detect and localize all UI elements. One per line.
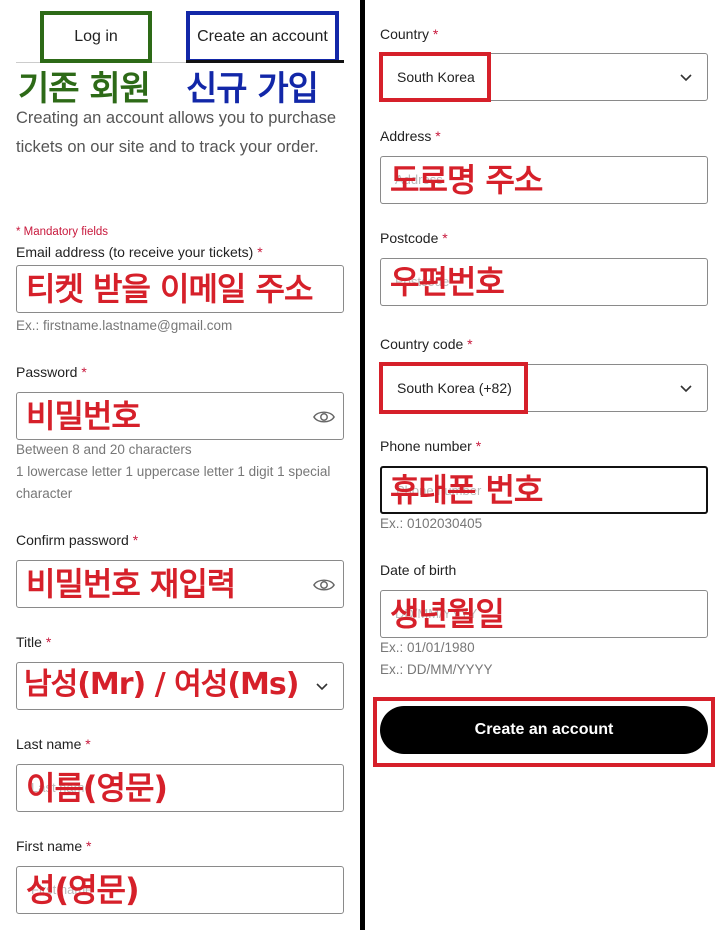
dob-annotation: 생년월일 [390,595,505,633]
password-annotation: 비밀번호 [26,397,141,435]
chevron-down-icon [316,683,328,691]
password-hint-rules: 1 lowercase letter 1 uppercase letter 1 … [16,464,331,501]
phone-label: Phone number * [380,438,482,454]
active-tab-indicator [186,60,344,63]
chevron-down-icon [680,385,692,393]
country-label: Country * [380,26,439,42]
column-divider [360,0,365,930]
dob-hint-example: Ex.: 01/01/1980 [380,640,475,655]
phone-hint: Ex.: 0102030405 [380,516,483,531]
country-code-label: Country code * [380,336,473,352]
email-label: Email address (to receive your tickets) … [16,244,263,260]
create-account-button[interactable]: Create an account [380,706,708,754]
password-label: Password * [16,364,87,380]
eye-icon[interactable] [313,406,335,428]
chevron-down-icon [680,74,692,82]
tab-login[interactable]: Log in [40,11,152,63]
tab-login-label: Log in [74,28,118,45]
postcode-label: Postcode * [380,230,448,246]
country-code-highlight [379,362,528,414]
dob-label: Date of birth [380,562,457,578]
tab-create-account[interactable]: Create an account [186,11,339,63]
eye-icon[interactable] [313,574,335,596]
intro-text: Creating an account allows you to purcha… [16,109,337,156]
last-name-label: Last name * [16,736,91,752]
title-label: Title * [16,634,52,650]
mandatory-note: * Mandatory fields [16,226,109,238]
title-annotation: 남성(Mr) / 여성(Ms) [24,667,299,702]
first-name-annotation: 성(영문) [26,871,140,909]
dob-hint-format: Ex.: DD/MM/YYYY [380,662,493,677]
first-name-label: First name * [16,838,92,854]
postcode-annotation: 우편번호 [390,263,505,301]
address-annotation: 도로명 주소 [390,161,543,199]
last-name-annotation: 이름(영문) [26,769,168,807]
left-column: Log in Create an account 기존 회원 신규 가입 Cre… [0,0,360,930]
password-hint-length: Between 8 and 20 characters [16,442,192,457]
email-annotation: 티켓 받을 이메일 주소 [26,270,313,308]
login-annotation: 기존 회원 [18,69,151,109]
phone-annotation: 휴대폰 번호 [390,471,543,509]
confirm-password-annotation: 비밀번호 재입력 [26,565,236,603]
email-hint: Ex.: firstname.lastname@gmail.com [16,318,233,333]
tab-create-label: Create an account [197,28,328,45]
create-annotation: 신규 가입 [186,69,319,109]
country-highlight [379,52,491,102]
address-label: Address * [380,128,441,144]
confirm-password-label: Confirm password * [16,532,139,548]
